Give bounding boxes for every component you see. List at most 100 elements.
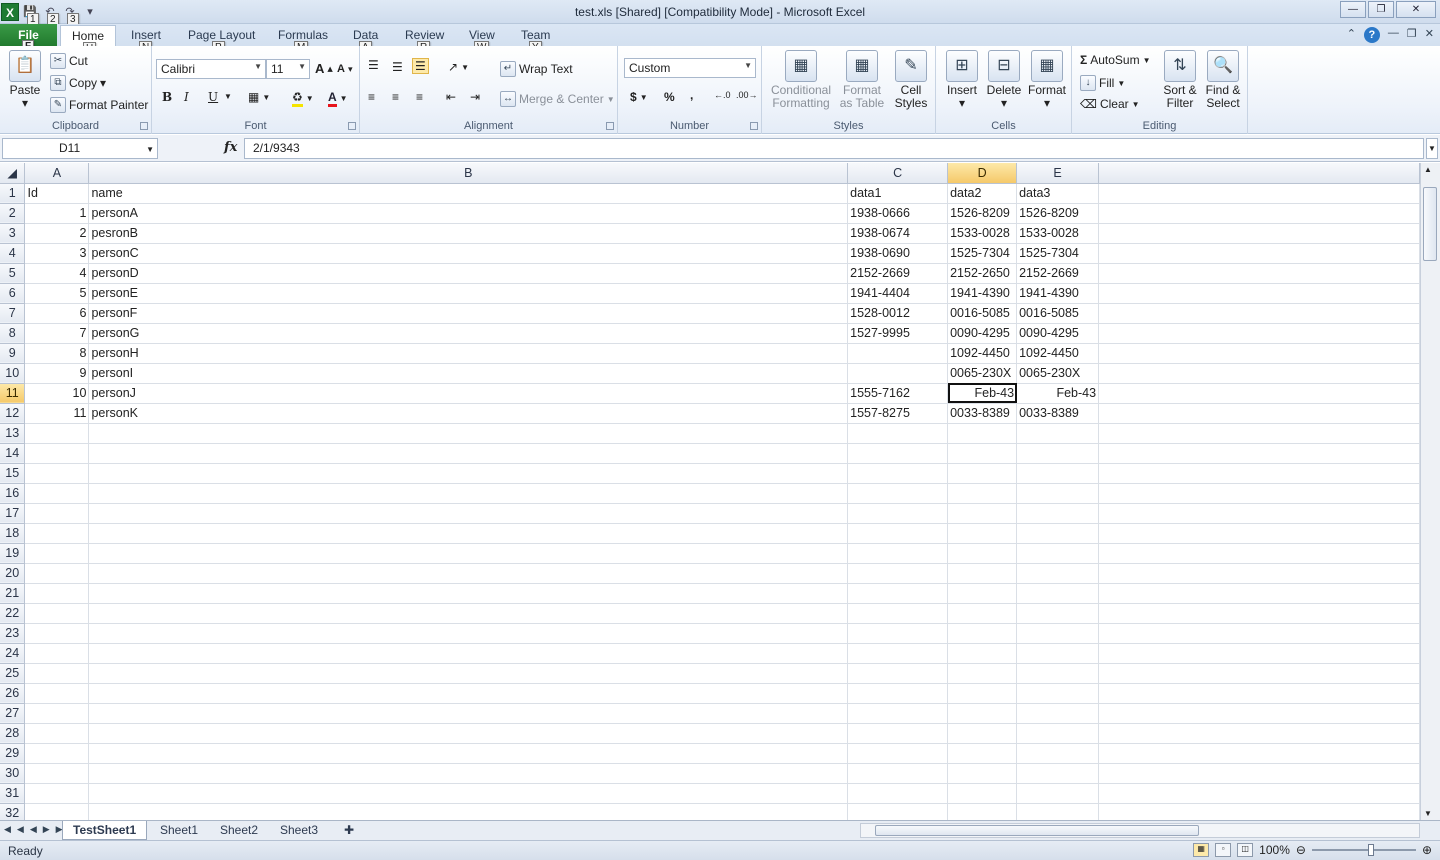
row-header[interactable]: 18	[0, 523, 26, 544]
cell-d7[interactable]: 0016-5085	[947, 303, 1018, 324]
cell-a7[interactable]: 6	[24, 303, 90, 324]
clear-button[interactable]: ⌫ Clear ▼	[1080, 97, 1140, 111]
align-center-icon[interactable]: ≡	[392, 90, 399, 104]
cell-e2[interactable]: 1526-8209	[1016, 203, 1100, 224]
cell-d25[interactable]	[947, 663, 1018, 684]
find-select-button[interactable]: 🔍 Find & Select	[1202, 50, 1244, 110]
row-header[interactable]: 13	[0, 423, 26, 444]
cell-a25[interactable]	[24, 663, 90, 684]
cell-b6[interactable]: personE	[88, 283, 849, 304]
cell-c9[interactable]	[847, 343, 949, 364]
zoom-slider-knob[interactable]	[1367, 844, 1374, 856]
cell-blank[interactable]	[1098, 583, 1420, 604]
copy-button[interactable]: ⧉ Copy ▾	[50, 75, 106, 91]
cell-a29[interactable]	[24, 743, 90, 764]
cell-e21[interactable]	[1016, 583, 1100, 604]
cell-e29[interactable]	[1016, 743, 1100, 764]
doc-close-icon[interactable]: ✕	[1425, 27, 1434, 43]
row-header[interactable]: 10	[0, 363, 26, 384]
cell-a27[interactable]	[24, 703, 90, 724]
cell-b13[interactable]	[88, 423, 849, 444]
row-header[interactable]: 15	[0, 463, 26, 484]
cell-c29[interactable]	[847, 743, 949, 764]
format-cells-button[interactable]: ▦ Format ▾	[1026, 50, 1068, 110]
cell-b18[interactable]	[88, 523, 849, 544]
cell-a5[interactable]: 4	[24, 263, 90, 284]
cell-d3[interactable]: 1533-0028	[947, 223, 1018, 244]
cell-blank[interactable]	[1098, 283, 1420, 304]
cell-d24[interactable]	[947, 643, 1018, 664]
cell-a24[interactable]	[24, 643, 90, 664]
cell-d23[interactable]	[947, 623, 1018, 644]
cell-c19[interactable]	[847, 543, 949, 564]
cell-blank[interactable]	[1098, 443, 1420, 464]
row-header[interactable]: 23	[0, 623, 26, 644]
merge-center-button[interactable]: ↔ Merge & Center ▼	[500, 91, 615, 107]
tab-home[interactable]: HomeH	[60, 25, 116, 56]
cell-d12[interactable]: 0033-8389	[947, 403, 1018, 424]
row-header[interactable]: 26	[0, 683, 26, 704]
cell-e10[interactable]: 0065-230X	[1016, 363, 1100, 384]
cell-e8[interactable]: 0090-4295	[1016, 323, 1100, 344]
horizontal-scrollbar[interactable]	[860, 823, 1420, 838]
cell-b2[interactable]: personA	[88, 203, 849, 224]
cell-a9[interactable]: 8	[24, 343, 90, 364]
cut-button[interactable]: ✂ Cut	[50, 53, 88, 69]
cell-b26[interactable]	[88, 683, 849, 704]
column-header-blank[interactable]	[1098, 163, 1420, 184]
cell-c31[interactable]	[847, 783, 949, 804]
cell-a1[interactable]: Id	[24, 183, 90, 204]
tab-review[interactable]: ReviewR	[405, 28, 444, 55]
align-right-icon[interactable]: ≡	[416, 90, 423, 104]
cell-c17[interactable]	[847, 503, 949, 524]
sheet-tab-testsheet1[interactable]: TestSheet1	[62, 821, 148, 840]
cell-blank[interactable]	[1098, 683, 1420, 704]
cell-a3[interactable]: 2	[24, 223, 90, 244]
cell-b17[interactable]	[88, 503, 849, 524]
cell-blank[interactable]	[1098, 743, 1420, 764]
row-header[interactable]: 22	[0, 603, 26, 624]
increase-decimal-icon[interactable]: ←.0	[714, 90, 731, 100]
column-header-d[interactable]: D	[947, 163, 1018, 184]
cell-e1[interactable]: data3	[1016, 183, 1100, 204]
cell-a6[interactable]: 5	[24, 283, 90, 304]
cell-c23[interactable]	[847, 623, 949, 644]
cell-b25[interactable]	[88, 663, 849, 684]
cell-d16[interactable]	[947, 483, 1018, 504]
cell-d13[interactable]	[947, 423, 1018, 444]
cell-blank[interactable]	[1098, 483, 1420, 504]
doc-restore-icon[interactable]: ❐	[1407, 27, 1417, 43]
cell-c24[interactable]	[847, 643, 949, 664]
align-middle-icon[interactable]: ☰	[392, 60, 403, 74]
row-header[interactable]: 27	[0, 703, 26, 724]
cell-c2[interactable]: 1938-0666	[847, 203, 949, 224]
font-color-icon[interactable]: A ▼	[328, 90, 348, 107]
cell-a21[interactable]	[24, 583, 90, 604]
row-header[interactable]: 11	[0, 383, 26, 404]
italic-button[interactable]: I	[184, 90, 189, 104]
row-header[interactable]: 8	[0, 323, 26, 344]
cell-e26[interactable]	[1016, 683, 1100, 704]
format-as-table-button[interactable]: ▦ Format as Table	[836, 50, 888, 110]
cell-blank[interactable]	[1098, 543, 1420, 564]
cell-blank[interactable]	[1098, 223, 1420, 244]
cell-c6[interactable]: 1941-4404	[847, 283, 949, 304]
row-header[interactable]: 7	[0, 303, 26, 324]
currency-button[interactable]: $ ▼	[630, 90, 648, 104]
scroll-up-icon[interactable]: ▲	[1424, 165, 1432, 174]
cell-c26[interactable]	[847, 683, 949, 704]
row-header[interactable]: 29	[0, 743, 26, 764]
sort-filter-button[interactable]: ⇅ Sort & Filter	[1162, 50, 1198, 110]
cell-blank[interactable]	[1098, 403, 1420, 424]
scroll-down-icon[interactable]: ▼	[1424, 809, 1432, 818]
cell-c1[interactable]: data1	[847, 183, 949, 204]
zoom-in-icon[interactable]: ⊕	[1422, 843, 1432, 857]
cell-e23[interactable]	[1016, 623, 1100, 644]
bold-button[interactable]: B	[162, 90, 172, 104]
cell-b14[interactable]	[88, 443, 849, 464]
cell-blank[interactable]	[1098, 343, 1420, 364]
cell-blank[interactable]	[1098, 663, 1420, 684]
cell-d20[interactable]	[947, 563, 1018, 584]
decrease-indent-icon[interactable]: ⇤	[446, 90, 456, 104]
cell-a14[interactable]	[24, 443, 90, 464]
